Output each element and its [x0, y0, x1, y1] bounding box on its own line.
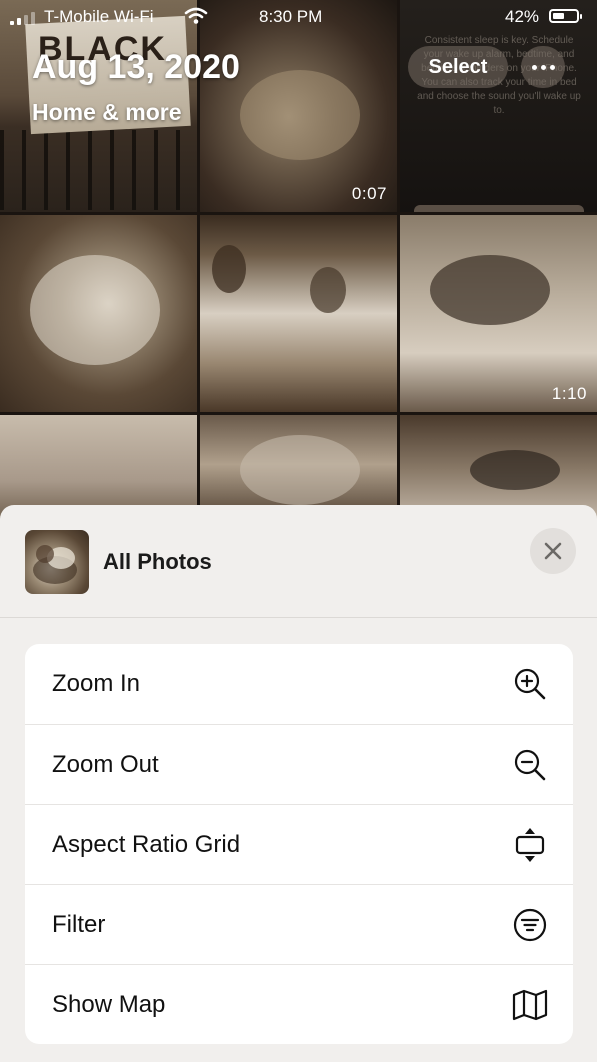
- video-duration: 0:07: [351, 184, 387, 203]
- cellular-signal-icon: [10, 12, 35, 25]
- album-thumbnail: [25, 530, 89, 594]
- menu-item-label: Zoom Out: [52, 750, 159, 778]
- more-options-button[interactable]: [521, 46, 565, 88]
- screenshot-bar: [414, 205, 584, 212]
- photo-thumbnail[interactable]: [0, 215, 197, 412]
- battery-percent: 42%: [505, 7, 540, 26]
- sheet-title: All Photos: [103, 549, 212, 574]
- select-button[interactable]: Select: [408, 46, 508, 88]
- video-thumbnail[interactable]: 1:10: [400, 215, 597, 412]
- menu-item-filter[interactable]: Filter: [25, 884, 573, 964]
- menu-item-show-map[interactable]: Show Map: [25, 964, 573, 1044]
- menu-item-zoom-out[interactable]: Zoom Out: [25, 724, 573, 804]
- date-title: Aug 13, 2020: [32, 48, 240, 86]
- options-menu: Zoom In Zoom Out Aspect Ratio Grid Filte…: [25, 644, 573, 1044]
- zoom-out-icon: [512, 747, 548, 783]
- location-subtitle: Home & more: [32, 99, 182, 125]
- divider: [0, 617, 597, 618]
- menu-item-zoom-in[interactable]: Zoom In: [25, 644, 573, 724]
- action-sheet: All Photos Zoom In Zoom Out Aspect Ratio…: [0, 505, 597, 1062]
- filter-icon: [512, 907, 548, 943]
- carrier-label: T-Mobile Wi-Fi: [44, 7, 154, 26]
- photo-thumbnail[interactable]: [200, 215, 397, 412]
- video-duration: 1:10: [551, 384, 587, 403]
- ellipsis-icon: [531, 64, 537, 70]
- menu-item-label: Show Map: [52, 990, 166, 1018]
- menu-item-label: Filter: [52, 910, 106, 938]
- clock: 8:30 PM: [259, 7, 323, 26]
- status-bar: T-Mobile Wi-Fi 8:30 PM 42%: [0, 0, 597, 34]
- zoom-in-icon: [512, 666, 548, 702]
- map-icon: [512, 987, 548, 1023]
- wifi-icon: [184, 7, 208, 30]
- battery-icon: [549, 9, 582, 23]
- menu-item-label: Aspect Ratio Grid: [52, 830, 241, 858]
- sheet-header: All Photos: [0, 505, 597, 617]
- close-button[interactable]: [530, 528, 576, 574]
- menu-item-aspect-ratio-grid[interactable]: Aspect Ratio Grid: [25, 804, 573, 884]
- close-icon: [544, 542, 562, 560]
- menu-item-label: Zoom In: [52, 670, 141, 697]
- aspect-ratio-icon: [512, 827, 548, 863]
